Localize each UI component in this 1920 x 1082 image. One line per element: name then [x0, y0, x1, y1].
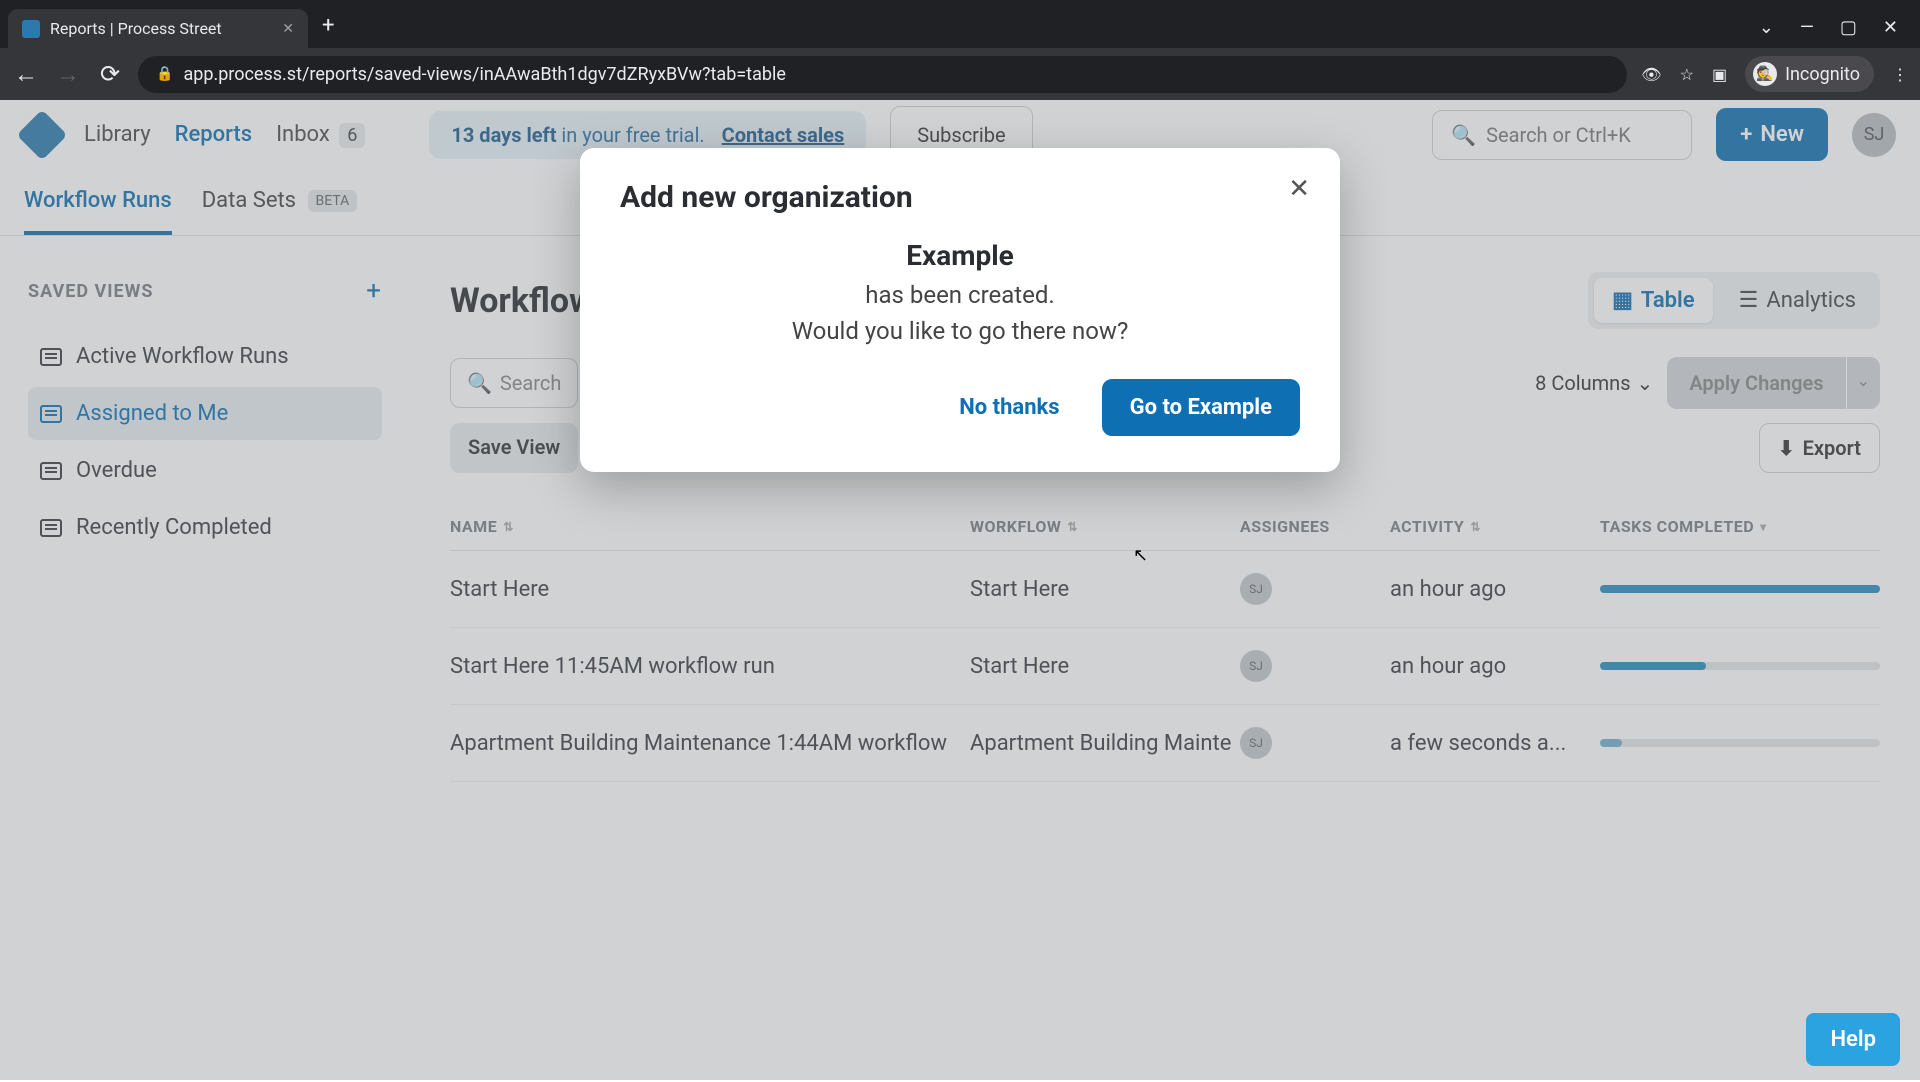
browser-tab[interactable]: Reports | Process Street ✕	[8, 9, 308, 48]
help-button[interactable]: Help	[1806, 1013, 1900, 1066]
go-to-org-button[interactable]: Go to Example	[1102, 379, 1300, 436]
incognito-label: Incognito	[1785, 64, 1860, 85]
bookmark-icon[interactable]: ☆	[1680, 65, 1694, 84]
minimize-icon[interactable]: ―	[1800, 17, 1814, 38]
browser-menu-icon[interactable]: ⋮	[1892, 65, 1908, 84]
favicon	[22, 20, 40, 38]
app-root: Library Reports Inbox 6 13 days left in …	[0, 100, 1920, 1080]
modal-org-name: Example	[620, 235, 1300, 277]
modal-body: Example has been created. Would you like…	[620, 235, 1300, 349]
lock-icon: 🔒	[156, 66, 173, 82]
tab-title: Reports | Process Street	[50, 19, 272, 38]
tracking-icon[interactable]: 👁	[1641, 65, 1661, 84]
incognito-icon: 🕵	[1753, 62, 1777, 86]
window-controls: ⌄ ― ▢ ✕	[1759, 17, 1920, 48]
reload-button[interactable]: ⟳	[96, 60, 124, 88]
maximize-icon[interactable]: ▢	[1840, 17, 1857, 38]
tab-close-icon[interactable]: ✕	[282, 21, 294, 37]
mouse-cursor: ↖	[1133, 545, 1148, 566]
incognito-badge[interactable]: 🕵 Incognito	[1745, 56, 1874, 92]
url-text: app.process.st/reports/saved-views/inAAw…	[183, 64, 785, 85]
modal-line1: has been created.	[620, 277, 1300, 313]
modal-actions: No thanks Go to Example	[620, 379, 1300, 436]
modal-close-button[interactable]: ✕	[1288, 174, 1310, 204]
extensions-icon[interactable]: ▣	[1712, 65, 1727, 84]
back-button[interactable]: ←	[12, 60, 40, 89]
modal-line2: Would you like to go there now?	[620, 313, 1300, 349]
no-thanks-button[interactable]: No thanks	[937, 379, 1081, 436]
address-bar[interactable]: 🔒 app.process.st/reports/saved-views/inA…	[138, 56, 1627, 93]
new-tab-button[interactable]: +	[308, 13, 348, 48]
add-organization-modal: Add new organization ✕ Example has been …	[580, 148, 1340, 472]
forward-button[interactable]: →	[54, 60, 82, 89]
browser-tab-strip: Reports | Process Street ✕ + ⌄ ― ▢ ✕	[0, 0, 1920, 48]
modal-title: Add new organization	[620, 180, 1300, 215]
browser-toolbar: ← → ⟳ 🔒 app.process.st/reports/saved-vie…	[0, 48, 1920, 100]
close-window-icon[interactable]: ✕	[1883, 17, 1898, 38]
tabs-dropdown-icon[interactable]: ⌄	[1759, 17, 1774, 38]
